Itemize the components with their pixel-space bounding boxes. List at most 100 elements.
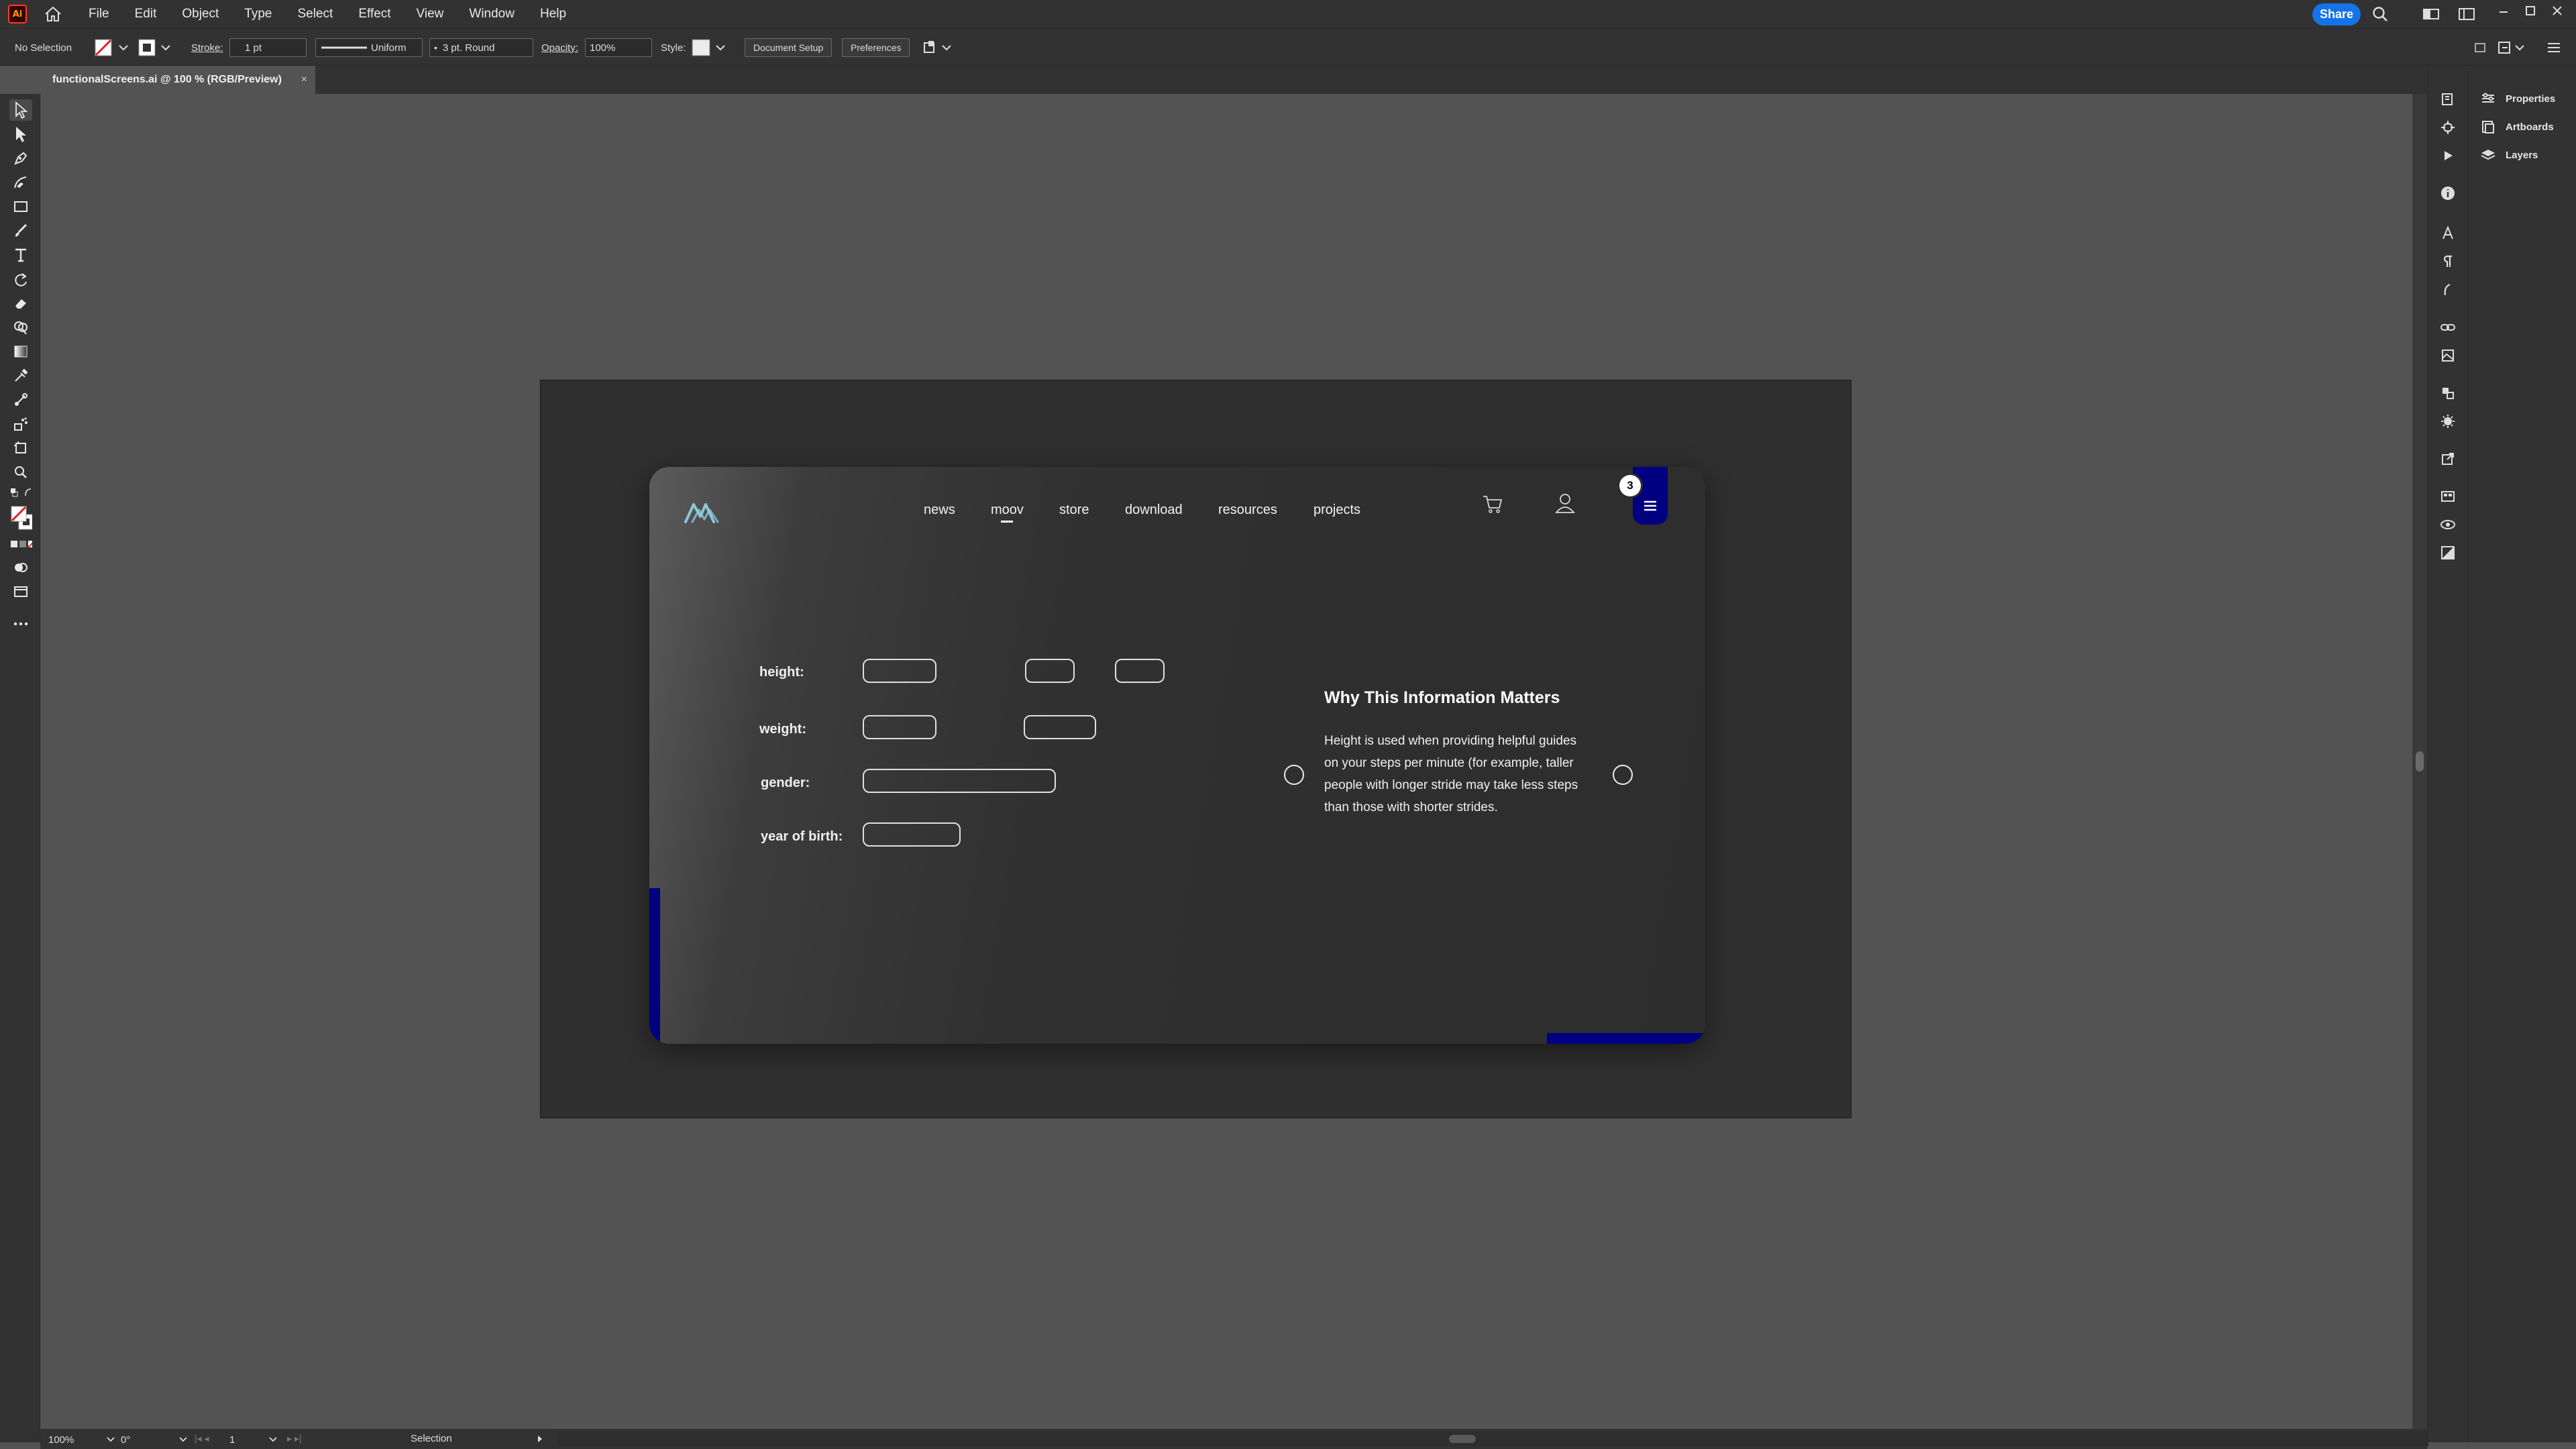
swap-colors-icon[interactable] — [9, 484, 32, 502]
type-tool-icon[interactable] — [9, 244, 32, 266]
curvature-tool-icon[interactable] — [9, 172, 32, 193]
cart-icon[interactable] — [1481, 492, 1504, 515]
vertical-scroll-thumb[interactable] — [2416, 751, 2424, 771]
close-tab-icon[interactable]: × — [301, 74, 307, 86]
maximize-icon[interactable] — [2524, 4, 2537, 17]
rotation-dropdown[interactable]: 0° — [121, 1432, 188, 1447]
design-screen[interactable]: news moov store download resources proje… — [649, 467, 1705, 1044]
swatches-icon[interactable] — [2440, 488, 2456, 504]
export-icon[interactable] — [2440, 451, 2456, 467]
workspace-switcher-icon[interactable] — [2459, 7, 2475, 21]
menu-select[interactable]: Select — [298, 7, 333, 21]
menu-window[interactable]: Window — [469, 7, 515, 21]
color-mode-icons[interactable] — [9, 537, 32, 551]
stroke-label[interactable]: Stroke: — [191, 38, 223, 57]
brush-definition[interactable]: • 3 pt. Round — [429, 38, 533, 57]
opentype-panel-icon[interactable] — [2440, 282, 2456, 298]
opacity-field[interactable]: 100% — [585, 38, 652, 57]
year-of-birth-field[interactable] — [863, 822, 961, 847]
fill-stroke-indicator[interactable] — [9, 503, 32, 534]
draw-mode-icon[interactable] — [9, 557, 32, 578]
document-setup-button[interactable]: Document Setup — [745, 38, 833, 57]
menu-tab[interactable] — [1633, 467, 1668, 525]
appearance-icon[interactable] — [2440, 413, 2456, 429]
info-icon[interactable] — [2440, 185, 2456, 201]
puppet-warp-tool-icon[interactable] — [9, 389, 32, 411]
actions-play-icon[interactable] — [2440, 148, 2456, 164]
artboard-tool-icon[interactable] — [9, 437, 32, 459]
menu-object[interactable]: Object — [182, 7, 219, 21]
links-icon[interactable] — [2440, 319, 2456, 335]
nav-projects[interactable]: projects — [1313, 502, 1360, 518]
artboard-number-dropdown[interactable]: 1 — [229, 1432, 278, 1447]
share-button[interactable]: Share — [2312, 3, 2361, 25]
properties-panel-tab[interactable]: Properties — [2480, 87, 2555, 110]
menu-file[interactable]: File — [89, 7, 109, 21]
document-tab[interactable]: functionalScreens.ai @ 100 % (RGB/Previe… — [40, 66, 315, 94]
menu-effect[interactable]: Effect — [358, 7, 390, 21]
screen-mode-icon[interactable] — [9, 581, 32, 602]
height-field-3[interactable] — [1115, 659, 1165, 683]
graphic-styles-icon[interactable] — [2440, 545, 2456, 561]
asset-export-icon[interactable] — [2440, 119, 2456, 136]
preferences-button[interactable]: Preferences — [842, 38, 910, 57]
menu-type[interactable]: Type — [244, 7, 272, 21]
eyedropper-tool-icon[interactable] — [9, 365, 32, 386]
search-icon[interactable] — [2371, 5, 2389, 23]
direct-selection-tool-icon[interactable] — [9, 123, 32, 145]
minimize-icon[interactable] — [2497, 5, 2510, 19]
paintbrush-tool-icon[interactable] — [9, 220, 32, 241]
brand-logo-icon[interactable] — [683, 500, 723, 525]
symbols-icon[interactable] — [2440, 517, 2456, 533]
nav-store[interactable]: store — [1059, 502, 1089, 518]
transform-icon[interactable] — [2440, 385, 2456, 401]
close-window-icon[interactable] — [2551, 4, 2564, 17]
arrange-documents-icon[interactable] — [2423, 7, 2439, 21]
arrange-icon[interactable] — [922, 38, 955, 57]
artboard-next-icons[interactable]: ▸ ▸| — [287, 1433, 302, 1444]
pen-tool-icon[interactable] — [9, 148, 32, 169]
variable-width-profile[interactable]: Uniform — [315, 38, 423, 57]
height-field-1[interactable] — [863, 659, 936, 683]
height-field-2[interactable] — [1025, 659, 1075, 683]
image-trace-icon[interactable] — [2440, 347, 2456, 364]
symbol-sprayer-tool-icon[interactable] — [9, 413, 32, 435]
rotate-tool-icon[interactable] — [9, 268, 32, 290]
nav-download[interactable]: download — [1125, 502, 1183, 518]
vertical-scrollbar[interactable] — [2412, 94, 2427, 1429]
menu-edit[interactable]: Edit — [135, 7, 157, 21]
nav-resources[interactable]: resources — [1218, 502, 1277, 518]
eraser-tool-icon[interactable] — [9, 292, 32, 314]
artboard-prev-icons[interactable]: |◂ ◂ — [195, 1433, 209, 1444]
gradient-tool-icon[interactable] — [9, 341, 32, 362]
fill-swatch[interactable] — [94, 38, 134, 57]
home-icon[interactable] — [42, 3, 64, 25]
weight-field-1[interactable] — [863, 715, 936, 739]
opacity-label[interactable]: Opacity: — [541, 38, 578, 57]
menu-help[interactable]: Help — [540, 7, 566, 21]
nav-moov[interactable]: moov — [991, 502, 1024, 518]
selection-tool-icon[interactable] — [9, 99, 32, 121]
character-panel-icon[interactable] — [2440, 225, 2456, 241]
stroke-weight-field[interactable]: 1 pt — [229, 38, 307, 57]
status-menu-arrow-icon[interactable] — [537, 1434, 543, 1444]
nav-news[interactable]: news — [924, 502, 955, 518]
libraries-icon[interactable] — [2440, 91, 2456, 107]
panel-options-icon[interactable] — [2469, 38, 2569, 57]
rectangle-tool-icon[interactable] — [9, 196, 32, 217]
paragraph-panel-icon[interactable] — [2440, 254, 2456, 270]
graphic-style-swatch[interactable] — [691, 38, 729, 57]
zoom-tool-icon[interactable] — [9, 462, 32, 483]
edit-toolbar-more-icon[interactable] — [9, 613, 32, 635]
info-prev-radio[interactable] — [1284, 765, 1304, 785]
shape-builder-tool-icon[interactable] — [9, 317, 32, 338]
horizontal-scroll-thumb[interactable] — [1449, 1435, 1476, 1443]
layers-panel-tab[interactable]: Layers — [2480, 144, 2538, 166]
artboards-panel-tab[interactable]: Artboards — [2480, 115, 2554, 138]
account-icon[interactable] — [1554, 491, 1576, 515]
stroke-swatch[interactable] — [138, 38, 176, 57]
zoom-dropdown[interactable]: 100% — [48, 1432, 115, 1447]
gender-field[interactable] — [863, 769, 1056, 793]
hamburger-menu-icon[interactable] — [1641, 499, 1660, 513]
menu-view[interactable]: View — [417, 7, 444, 21]
